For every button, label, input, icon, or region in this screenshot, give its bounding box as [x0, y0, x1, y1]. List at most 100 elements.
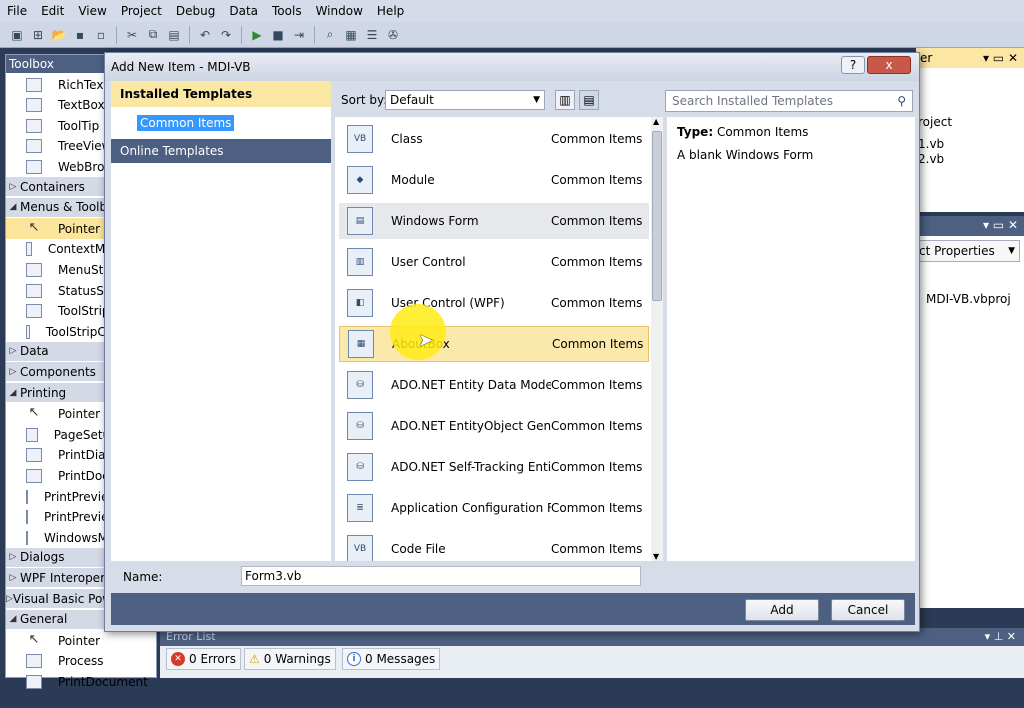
details-view-icon[interactable]: ▤: [579, 90, 599, 110]
properties-object-dropdown[interactable]: ct Properties ▼: [916, 240, 1020, 262]
template-row[interactable]: ⛁ ADO.NET EntityObject Gene...Common Item…: [339, 408, 649, 444]
menu-view[interactable]: View: [71, 0, 113, 22]
toolbox-item[interactable]: ↖ Pointer: [6, 630, 156, 651]
panel-title-fragment: er: [920, 51, 933, 65]
warning-icon: ⚠: [249, 652, 260, 666]
errors-filter-button[interactable]: ✕ 0 Errors: [166, 648, 241, 670]
print-preview-control-icon: [26, 489, 28, 504]
toolbox-icon[interactable]: ✇: [384, 26, 402, 44]
menu-project[interactable]: Project: [114, 0, 169, 22]
dialog-title: Add New Item - MDI-VB: [111, 60, 251, 74]
statusstrip-icon: [26, 283, 42, 298]
messages-filter-button[interactable]: i 0 Messages: [342, 648, 441, 670]
common-items-node[interactable]: Common Items: [137, 115, 235, 131]
template-type-line: Type: Common Items: [677, 125, 808, 139]
scroll-up-icon[interactable]: ▲: [653, 117, 659, 126]
save-icon[interactable]: ▪: [71, 26, 89, 44]
panel-window-icons[interactable]: ▾ ▭ ✕: [983, 48, 1018, 68]
save-all-icon[interactable]: ▫: [92, 26, 110, 44]
chevron-down-icon: ▼: [1008, 246, 1015, 256]
template-row[interactable]: VB Class Common Items: [339, 121, 649, 157]
template-row[interactable]: ◧ User Control (WPF) Common Items: [339, 285, 649, 321]
solution-item[interactable]: roject: [918, 115, 952, 129]
help-button[interactable]: ?: [841, 56, 865, 74]
pointer-icon: ↖: [28, 631, 40, 647]
solution-item[interactable]: 2.vb: [918, 152, 944, 166]
template-row[interactable]: ▤ Windows Form Common Items: [339, 203, 649, 239]
toolbox-row-label: Dialogs: [20, 550, 65, 565]
panel-window-icons[interactable]: ▾ ⊥ ✕: [985, 628, 1016, 646]
pointer-icon: ↖: [28, 219, 40, 235]
step-icon[interactable]: ⇥: [290, 26, 308, 44]
add-button[interactable]: Add: [745, 599, 819, 621]
template-row[interactable]: ▥ User Control Common Items: [339, 244, 649, 280]
menu-edit[interactable]: Edit: [34, 0, 71, 22]
error-list-panel: Error List ▾ ⊥ ✕ ✕ 0 Errors ⚠ 0 Warnings…: [160, 628, 1024, 678]
redo-icon[interactable]: ↷: [217, 26, 235, 44]
template-row[interactable]: ≣ Application Configuration File Common It…: [339, 490, 649, 526]
new-project-icon[interactable]: ▣: [8, 26, 26, 44]
template-row[interactable]: VB Code File Common Items: [339, 531, 649, 561]
menu-data[interactable]: Data: [222, 0, 265, 22]
template-category: Common Items: [551, 132, 643, 146]
menu-window[interactable]: Window: [309, 0, 370, 22]
process-icon: [26, 654, 42, 669]
sort-label: Sort by:: [341, 93, 388, 107]
toolbar-separator: [189, 25, 190, 44]
menu-help[interactable]: Help: [370, 0, 411, 22]
cancel-button[interactable]: Cancel: [831, 599, 905, 621]
undo-icon[interactable]: ↶: [196, 26, 214, 44]
expand-arrow-icon: ▷: [9, 572, 17, 583]
paste-icon[interactable]: ▤: [165, 26, 183, 44]
copy-icon[interactable]: ⧉: [144, 26, 162, 44]
template-row[interactable]: ◆ Module Common Items: [339, 162, 649, 198]
find-icon[interactable]: ⌕: [321, 26, 339, 44]
installed-templates-header[interactable]: Installed Templates: [111, 81, 331, 107]
solution-item[interactable]: 1.vb: [918, 137, 944, 151]
toolbox-item[interactable]: Process: [6, 651, 156, 672]
search-placeholder: Search Installed Templates: [672, 94, 833, 108]
menu-debug[interactable]: Debug: [169, 0, 222, 22]
page-setup-icon: [26, 427, 38, 442]
template-name: Windows Form: [391, 214, 479, 228]
print-document-icon: [26, 468, 42, 483]
template-list-scrollbar[interactable]: ▲ ▼: [651, 117, 663, 561]
properties-title: ▾ ▭ ✕: [916, 216, 1024, 236]
solution-explorer-icon[interactable]: ▦: [342, 26, 360, 44]
properties-icon[interactable]: ☰: [363, 26, 381, 44]
panel-window-icons[interactable]: ▾ ▭ ✕: [983, 218, 1018, 232]
start-debug-icon[interactable]: ▶: [248, 26, 266, 44]
warnings-count: 0 Warnings: [263, 652, 331, 666]
name-input[interactable]: Form3.vb: [241, 566, 641, 586]
toolbox-row-label: ToolStrip: [58, 304, 110, 319]
template-row[interactable]: ⛁ ADO.NET Self-Tracking Entit... Common It…: [339, 449, 649, 485]
scroll-down-icon[interactable]: ▼: [653, 552, 659, 561]
open-file-icon[interactable]: 📂: [50, 26, 68, 44]
search-templates-input[interactable]: Search Installed Templates ⚲: [665, 90, 913, 112]
expand-arrow-icon: ▷: [9, 552, 17, 563]
add-item-icon[interactable]: ⊞: [29, 26, 47, 44]
close-button[interactable]: x: [867, 56, 911, 74]
menu-tools[interactable]: Tools: [265, 0, 309, 22]
template-detail-pane: Type: Common Items A blank Windows Form: [667, 117, 915, 561]
online-templates-header[interactable]: Online Templates: [111, 139, 331, 163]
medium-icons-view-icon[interactable]: ▥: [555, 90, 575, 110]
app-config-icon: ≣: [347, 494, 373, 522]
stop-icon[interactable]: ■: [269, 26, 287, 44]
toolbox-item[interactable]: PrintDocument: [6, 671, 156, 692]
template-name: ADO.NET EntityObject Gene...: [391, 419, 551, 433]
windows-form-icon: ▤: [347, 207, 373, 235]
scrollbar-thumb[interactable]: [652, 131, 662, 301]
cut-icon[interactable]: ✂: [123, 26, 141, 44]
self-tracking-entity-icon: ⛁: [347, 453, 373, 481]
sort-dropdown[interactable]: Default ▼: [385, 90, 545, 110]
print-preview-dialog-icon: [26, 510, 28, 525]
template-row[interactable]: ▦AboutBoxCommon Items: [339, 326, 649, 362]
template-row[interactable]: ⛁ ADO.NET Entity Data Model Common Items: [339, 367, 649, 403]
template-category: Common Items: [552, 337, 644, 351]
template-description: A blank Windows Form: [677, 148, 814, 162]
warnings-filter-button[interactable]: ⚠ 0 Warnings: [244, 648, 336, 670]
menu-file[interactable]: File: [0, 0, 34, 22]
toolbox-row-label: General: [20, 612, 68, 627]
info-icon: i: [347, 652, 361, 666]
